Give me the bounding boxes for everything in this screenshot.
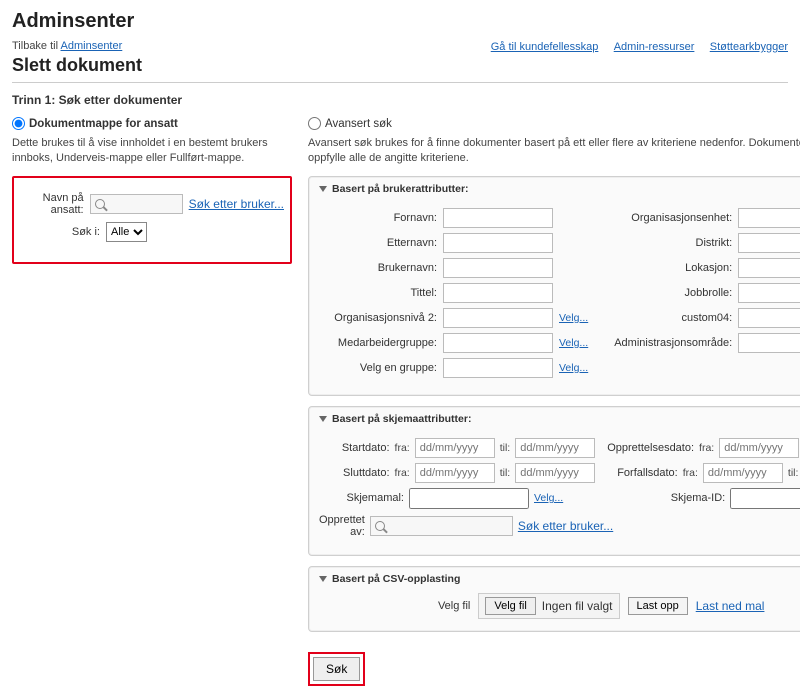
input-adminarea[interactable] xyxy=(738,333,800,353)
input-schema-tpl[interactable] xyxy=(409,488,529,509)
label-adminarea: Administrasjonsområde: xyxy=(600,337,732,349)
search-user-link-2[interactable]: Søk etter bruker... xyxy=(518,519,613,533)
label-from4: fra: xyxy=(683,467,698,479)
label-lastname: Etternavn: xyxy=(319,237,437,249)
step-heading: Trinn 1: Søk etter dokumenter xyxy=(12,93,788,107)
input-custom04[interactable] xyxy=(738,308,800,328)
input-orgunit[interactable] xyxy=(738,208,800,228)
select-schema-tpl[interactable]: Velg... xyxy=(534,492,563,504)
label-to: til: xyxy=(500,442,511,454)
input-title[interactable] xyxy=(443,283,553,303)
employee-name-label: Navn på ansatt: xyxy=(20,192,84,216)
search-icon xyxy=(375,521,385,531)
search-in-label: Søk i: xyxy=(20,226,100,238)
panel-form-attributes: Basert på skjemaattributter: Startdato: … xyxy=(308,406,800,556)
radio-employee-folder[interactable] xyxy=(12,117,25,130)
label-created-by: Opprettet av: xyxy=(319,514,365,538)
input-due-from[interactable] xyxy=(703,463,783,483)
input-created-from[interactable] xyxy=(719,438,799,458)
input-firstname[interactable] xyxy=(443,208,553,228)
input-district[interactable] xyxy=(738,233,800,253)
download-template-link[interactable]: Last ned mal xyxy=(696,599,765,613)
label-orgunit: Organisasjonsenhet: xyxy=(600,212,732,224)
label-location: Lokasjon: xyxy=(600,262,732,274)
input-startdate-to[interactable] xyxy=(515,438,595,458)
input-orglevel2[interactable] xyxy=(443,308,553,328)
search-button[interactable]: Søk xyxy=(313,657,360,681)
input-schema-id[interactable] xyxy=(730,488,800,509)
advanced-desc: Avansert søk brukes for å finne dokument… xyxy=(308,136,800,166)
select-choosegroup[interactable]: Velg... xyxy=(559,362,588,374)
label-firstname: Fornavn: xyxy=(319,212,437,224)
input-jobrole[interactable] xyxy=(738,283,800,303)
panel-csv-upload: Basert på CSV-opplasting Velg fil Velg f… xyxy=(308,566,800,632)
input-username[interactable] xyxy=(443,258,553,278)
radio-advanced-label: Avansert søk xyxy=(325,118,392,130)
chevron-down-icon[interactable] xyxy=(319,576,327,582)
input-choosegroup[interactable] xyxy=(443,358,553,378)
label-created-date: Opprettelsesdato: xyxy=(607,442,694,454)
created-by-input-wrap[interactable] xyxy=(370,516,513,536)
input-created-by[interactable] xyxy=(388,519,508,533)
input-enddate-to[interactable] xyxy=(515,463,595,483)
input-empgroup[interactable] xyxy=(443,333,553,353)
label-district: Distrikt: xyxy=(600,237,732,249)
page-title: Adminsenter xyxy=(12,10,788,33)
chevron-down-icon[interactable] xyxy=(319,416,327,422)
chevron-down-icon[interactable] xyxy=(319,186,327,192)
choose-file-label: Velg fil xyxy=(438,600,470,612)
input-enddate-from[interactable] xyxy=(415,463,495,483)
breadcrumb: Tilbake til Adminsenter xyxy=(12,40,122,52)
label-title: Tittel: xyxy=(319,287,437,299)
file-status: Ingen fil valgt xyxy=(542,599,613,613)
input-location[interactable] xyxy=(738,258,800,278)
top-links: Gå til kundefellesskap Admin-ressurser S… xyxy=(479,39,788,53)
label-from3: fra: xyxy=(699,442,714,454)
label-enddate: Sluttdato: xyxy=(319,467,390,479)
file-input-wrap[interactable]: Velg fil Ingen fil valgt xyxy=(478,593,619,619)
search-user-link[interactable]: Søk etter bruker... xyxy=(189,197,284,211)
employee-name-input[interactable] xyxy=(108,197,178,211)
upload-button[interactable]: Last opp xyxy=(628,597,688,615)
label-choosegroup: Velg en gruppe: xyxy=(319,362,437,374)
link-admin-resources[interactable]: Admin-ressurser xyxy=(614,41,695,53)
input-startdate-from[interactable] xyxy=(415,438,495,458)
select-empgroup[interactable]: Velg... xyxy=(559,337,588,349)
label-from2: fra: xyxy=(395,467,410,479)
radio-advanced-search[interactable] xyxy=(308,117,321,130)
label-due-date: Forfallsdato: xyxy=(607,467,678,479)
label-to4: til: xyxy=(788,467,799,479)
employee-folder-desc: Dette brukes til å vise innholdet i en b… xyxy=(12,136,292,166)
input-lastname[interactable] xyxy=(443,233,553,253)
link-support-builder[interactable]: Støttearkbygger xyxy=(710,41,788,53)
search-in-select[interactable]: Alle xyxy=(106,222,147,242)
label-schema-tpl: Skjemamal: xyxy=(319,492,404,504)
label-username: Brukernavn: xyxy=(319,262,437,274)
label-orglevel2: Organisasjonsnivå 2: xyxy=(319,312,437,324)
label-startdate: Startdato: xyxy=(319,442,390,454)
label-custom04: custom04: xyxy=(600,312,732,324)
label-jobrole: Jobbrolle: xyxy=(600,287,732,299)
select-orglevel2[interactable]: Velg... xyxy=(559,312,588,324)
search-icon xyxy=(95,199,105,209)
link-community[interactable]: Gå til kundefellesskap xyxy=(491,41,599,53)
panel-form-title: Basert på skjemaattributter: xyxy=(332,413,471,425)
breadcrumb-link[interactable]: Adminsenter xyxy=(61,40,123,52)
subtitle: Slett dokument xyxy=(12,55,788,76)
label-empgroup: Medarbeidergruppe: xyxy=(319,337,437,349)
label-from: fra: xyxy=(395,442,410,454)
choose-file-button[interactable]: Velg fil xyxy=(485,597,535,615)
radio-employee-folder-label: Dokumentmappe for ansatt xyxy=(29,118,178,130)
separator xyxy=(12,82,788,83)
panel-user-attributes: Basert på brukerattributter: Fornavn: Et… xyxy=(308,176,800,396)
label-to2: til: xyxy=(500,467,511,479)
panel-csv-title: Basert på CSV-opplasting xyxy=(332,573,460,585)
breadcrumb-prefix: Tilbake til xyxy=(12,40,61,52)
employee-search-box: Navn på ansatt: Søk etter bruker... Søk … xyxy=(12,176,292,264)
search-button-highlight: Søk xyxy=(308,652,365,686)
label-schema-id: Skjema-ID: xyxy=(607,492,725,504)
panel-user-title: Basert på brukerattributter: xyxy=(332,183,469,195)
employee-name-input-wrap[interactable] xyxy=(90,194,183,214)
